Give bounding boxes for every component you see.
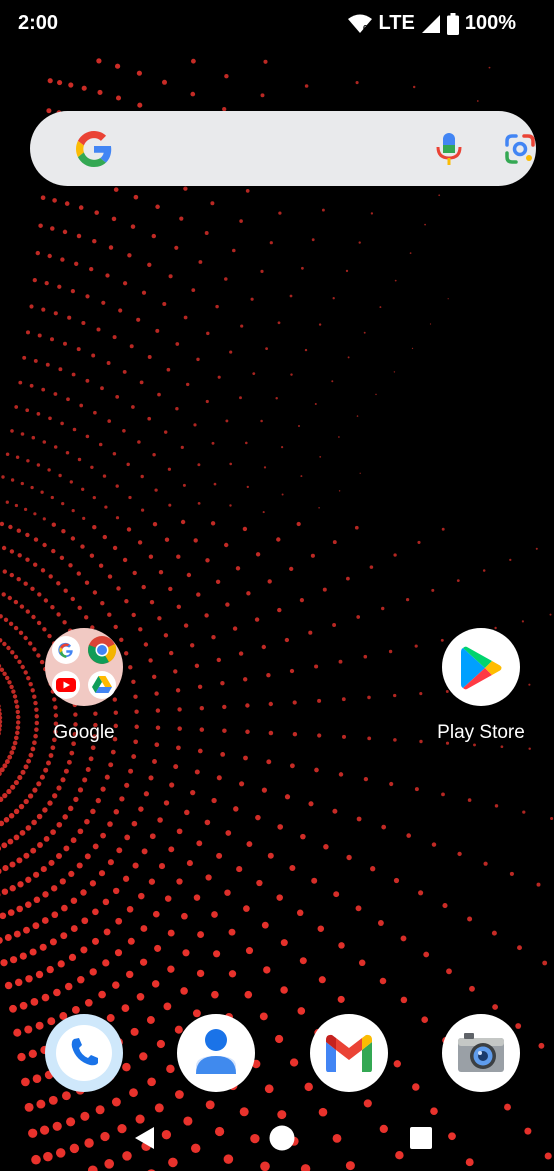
phone-icon [56, 1025, 112, 1081]
drive-mini-icon [88, 671, 116, 699]
google-mini-icon [52, 636, 80, 664]
google-folder[interactable]: Google [24, 628, 144, 744]
play-triangle-icon [461, 646, 502, 690]
svg-text:6: 6 [363, 24, 368, 33]
network-type: LTE [378, 12, 415, 34]
gmail-app[interactable] [310, 1014, 388, 1092]
camera-icon [458, 1033, 504, 1072]
status-time: 2:00 [18, 12, 59, 34]
status-bar: 2:00 6 LTE 100% [0, 0, 554, 48]
signal-icon [421, 14, 440, 33]
home-screen: 2:00 6 LTE 100% Google Play Store [0, 0, 554, 1171]
google-search-bar[interactable] [30, 111, 536, 186]
battery-percent: 100% [464, 12, 516, 34]
google-g-icon [76, 131, 112, 167]
wifi-icon: 6 [347, 14, 372, 33]
status-icons: 6 LTE 100% [347, 12, 516, 35]
play-store-icon [442, 628, 520, 706]
mic-icon[interactable] [435, 131, 463, 167]
lens-icon[interactable] [504, 133, 536, 165]
chrome-mini-icon [88, 636, 117, 664]
camera-app[interactable] [442, 1014, 520, 1092]
contacts-icon [196, 1029, 236, 1074]
google-folder-label: Google [53, 722, 115, 743]
back-icon[interactable] [130, 1124, 158, 1152]
battery-icon [446, 12, 459, 35]
contacts-app[interactable] [177, 1014, 255, 1092]
google-folder-icon [45, 628, 123, 706]
play-store-app[interactable]: Play Store [421, 628, 541, 744]
gmail-icon [326, 1034, 372, 1072]
youtube-mini-icon [52, 671, 80, 699]
recents-icon[interactable] [408, 1125, 434, 1151]
home-icon[interactable] [268, 1124, 296, 1152]
play-store-label: Play Store [437, 722, 525, 743]
phone-app[interactable] [45, 1014, 123, 1092]
